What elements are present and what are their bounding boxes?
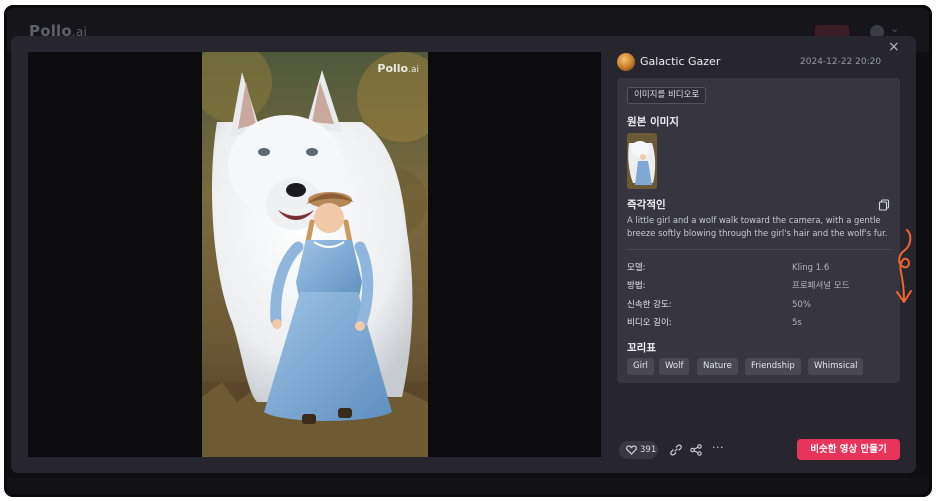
- detail-label-strength: 신속한 강도:: [627, 300, 672, 310]
- like-button[interactable]: 391: [619, 441, 658, 459]
- create-similar-video-button[interactable]: 비슷한 영상 만들기: [797, 439, 900, 460]
- more-icon[interactable]: ···: [712, 441, 724, 454]
- heart-icon: [626, 445, 637, 455]
- source-image-thumbnail[interactable]: [627, 133, 657, 189]
- annotation-arrow: [896, 229, 912, 303]
- generated-image[interactable]: Pollo.ai: [202, 52, 428, 457]
- tags-heading: 꼬리표: [627, 342, 656, 354]
- detail-value-duration: 5s: [792, 318, 802, 328]
- girl-and-wolf-illustration: [202, 52, 428, 457]
- copy-icon[interactable]: [878, 199, 890, 211]
- prompt-heading: 즉각적인: [627, 199, 666, 211]
- panel-divider: [627, 249, 892, 250]
- author-avatar[interactable]: [617, 53, 635, 71]
- like-count: 391: [640, 445, 657, 455]
- tag-chip-nature[interactable]: Nature: [697, 358, 738, 375]
- detail-label-duration: 비디오 길이:: [627, 318, 672, 328]
- image-to-video-tag[interactable]: 이미지를 비디오로: [627, 87, 707, 104]
- detail-value-strength: 50%: [792, 300, 811, 310]
- detail-value-model: Kling 1.6: [792, 263, 830, 273]
- close-icon[interactable]: ×: [888, 40, 900, 54]
- prompt-text: A little girl and a wolf walk toward the…: [627, 215, 888, 238]
- tag-chip-friendship[interactable]: Friendship: [745, 358, 801, 375]
- author-name[interactable]: Galactic Gazer: [640, 55, 720, 69]
- post-date: 2024-12-22 20:20: [800, 57, 882, 67]
- link-icon[interactable]: [670, 444, 682, 456]
- tag-chip-girl[interactable]: Girl: [627, 358, 654, 375]
- thumbnail-illustration: [627, 133, 657, 189]
- source-image-heading: 원본 이미지: [627, 116, 679, 128]
- tag-chip-wolf[interactable]: Wolf: [659, 358, 690, 375]
- chevron-down-icon[interactable]: ⌄: [890, 22, 899, 35]
- background-content: [7, 478, 929, 494]
- detail-label-method: 방법:: [627, 281, 646, 291]
- share-icon[interactable]: [690, 444, 702, 456]
- tag-chip-whimsical[interactable]: Whimsical: [808, 358, 864, 375]
- detail-label-model: 모델:: [627, 263, 646, 273]
- watermark: Pollo.ai: [377, 62, 419, 75]
- detail-value-method: 프로페셔널 모드: [792, 281, 850, 291]
